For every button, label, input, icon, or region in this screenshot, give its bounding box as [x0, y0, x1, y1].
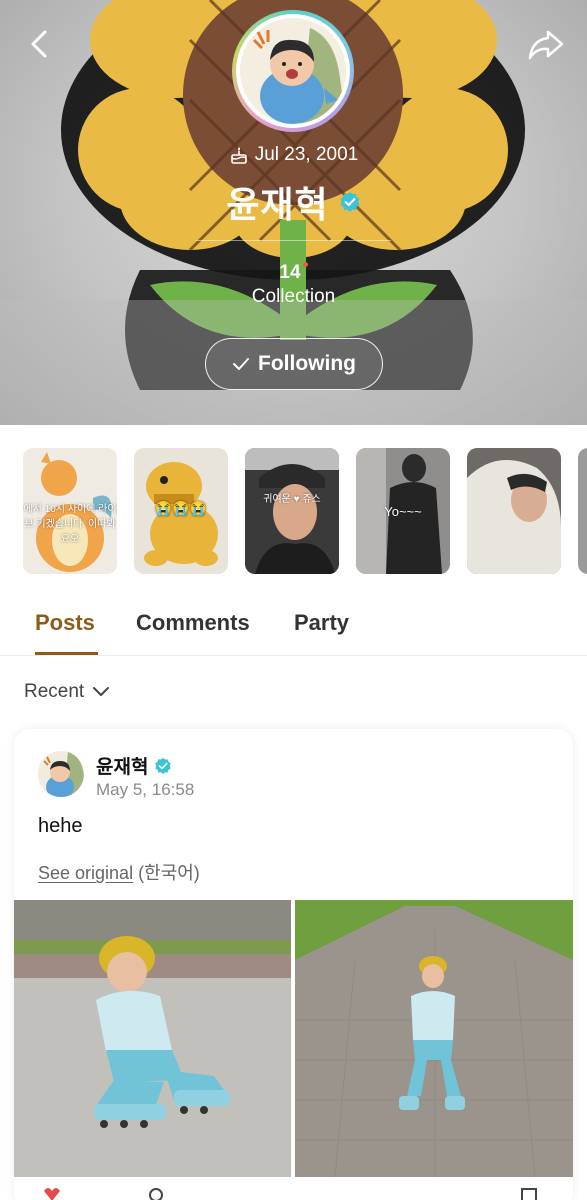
- avatar-image: [240, 18, 346, 124]
- story-item[interactable]: [467, 448, 561, 574]
- see-original-link[interactable]: See original: [38, 863, 133, 883]
- verified-badge-icon: [340, 192, 360, 212]
- profile-name: 윤재혁: [226, 184, 329, 225]
- tab-party[interactable]: Party: [294, 610, 349, 636]
- post-photo[interactable]: [14, 900, 291, 1177]
- new-indicator-dot: [302, 262, 308, 267]
- profile-tabs: Posts Comments Party: [0, 596, 587, 656]
- post-author-avatar[interactable]: [38, 751, 84, 797]
- story-thumbnail: [578, 448, 587, 574]
- checkmark-icon: [233, 358, 249, 370]
- original-language: (한국어): [138, 863, 200, 883]
- post-reaction-bar: [14, 1181, 573, 1200]
- collection-label[interactable]: Collection: [0, 286, 587, 308]
- header-divider: [196, 240, 391, 241]
- birthday-cake-icon: [230, 147, 247, 164]
- heart-icon: [44, 1188, 60, 1200]
- chevron-left-icon: [31, 30, 47, 58]
- post-body-text: hehe: [38, 815, 83, 837]
- story-item[interactable]: 😭😭😭: [134, 448, 228, 574]
- story-carousel[interactable]: 에서 10시 사이에 라이브 키겠습니다. 이따봐요오 😭😭😭 귀여운 ♥ 쥬스: [0, 448, 587, 574]
- following-button[interactable]: Following: [205, 338, 383, 390]
- story-caption: 귀여운 ♥ 쥬스: [263, 494, 321, 505]
- comment-icon: [149, 1188, 163, 1200]
- profile-avatar[interactable]: [232, 10, 354, 132]
- chevron-down-icon: [93, 687, 110, 696]
- sort-dropdown[interactable]: Recent: [24, 681, 110, 703]
- story-caption: 에서 10시 사이에 라이브 키겠습니다. 이따봐요오: [23, 504, 117, 545]
- post-photo-image: [295, 900, 573, 1177]
- bookmark-icon: [521, 1188, 537, 1200]
- story-caption: 😭😭😭: [154, 500, 208, 516]
- post-photo-image: [14, 900, 291, 1177]
- post-timestamp: May 5, 16:58: [96, 780, 195, 799]
- back-button[interactable]: [22, 26, 58, 62]
- post-photo[interactable]: [295, 900, 573, 1177]
- collection-count[interactable]: 14: [0, 262, 587, 284]
- story-thumbnail: [245, 448, 339, 574]
- see-original-row: See original (한국어): [38, 859, 200, 885]
- post-card[interactable]: 윤재혁 May 5, 16:58 hehe See original (한국어): [14, 729, 573, 1200]
- tab-comments[interactable]: Comments: [136, 610, 250, 636]
- story-item[interactable]: [578, 448, 587, 574]
- verified-badge-icon: [155, 757, 172, 774]
- profile-name-row: 윤재혁: [0, 176, 587, 228]
- sort-label: Recent: [24, 681, 85, 702]
- profile-header: Jul 23, 2001 윤재혁 14 Collection Following: [0, 0, 587, 425]
- story-item[interactable]: Yo~~~: [356, 448, 450, 574]
- story-caption: Yo~~~: [384, 504, 422, 519]
- post-author-name[interactable]: 윤재혁: [96, 752, 148, 779]
- tab-posts[interactable]: Posts: [35, 610, 95, 636]
- post-author-row: 윤재혁: [96, 752, 172, 779]
- birthday-text: Jul 23, 2001: [254, 144, 359, 165]
- active-tab-indicator: [35, 652, 98, 655]
- story-item[interactable]: 에서 10시 사이에 라이브 키겠습니다. 이따봐요오: [23, 448, 117, 574]
- share-arrow-icon: [528, 30, 564, 60]
- following-label: Following: [258, 352, 356, 375]
- story-item[interactable]: 귀여운 ♥ 쥬스: [245, 448, 339, 574]
- share-button[interactable]: [526, 26, 566, 62]
- birthday-row: Jul 23, 2001: [0, 144, 587, 166]
- story-thumbnail: [467, 448, 561, 574]
